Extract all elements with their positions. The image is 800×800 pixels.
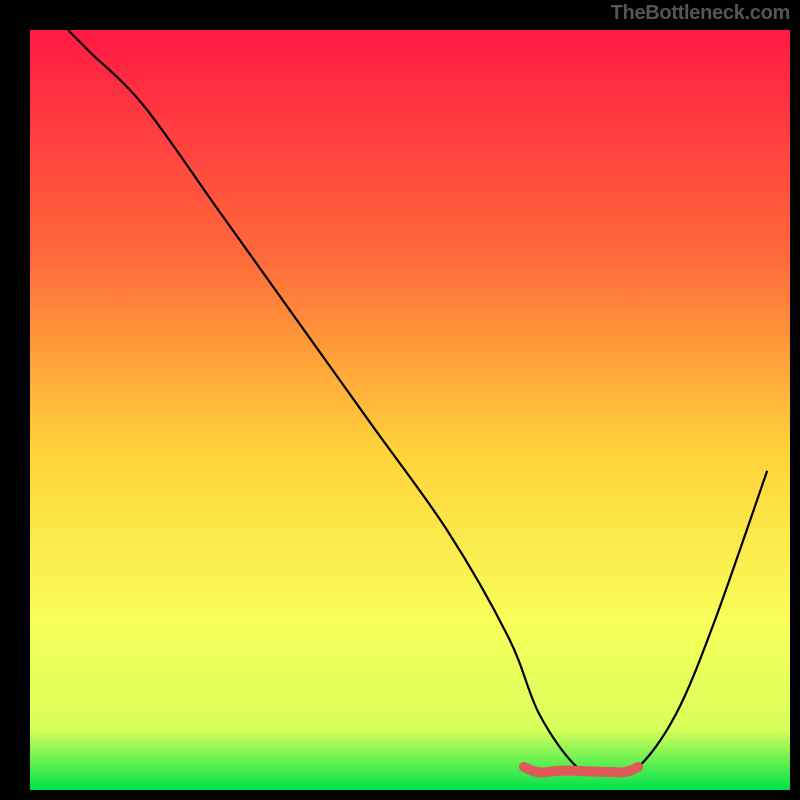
chart-container: [0, 0, 800, 800]
plot-background: [30, 30, 790, 790]
watermark-text: TheBottleneck.com: [611, 2, 790, 25]
bottleneck-chart: [0, 0, 800, 800]
optimal-range-highlight: [524, 767, 638, 772]
